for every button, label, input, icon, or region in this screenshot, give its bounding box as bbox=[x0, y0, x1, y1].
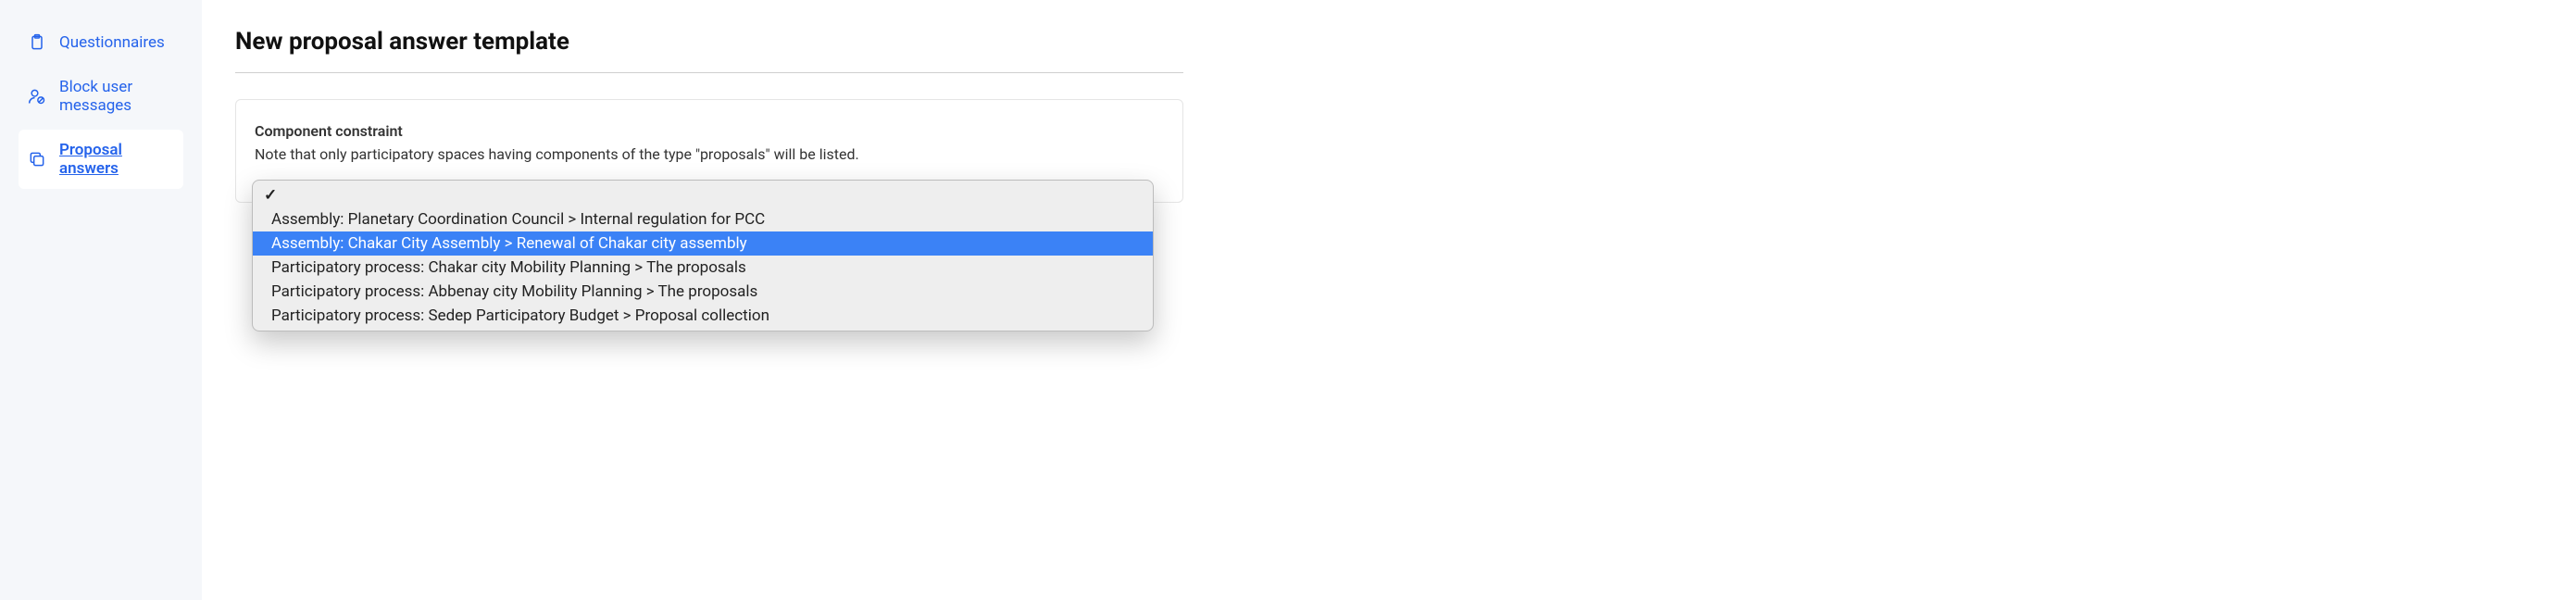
sidebar-item-questionnaires[interactable]: Questionnaires bbox=[19, 22, 183, 63]
dropdown-option-label: Participatory process: Sedep Participato… bbox=[271, 306, 769, 325]
component-constraint-note: Note that only participatory spaces havi… bbox=[255, 145, 1164, 163]
main-content: New proposal answer template Component c… bbox=[202, 0, 1422, 600]
page-title: New proposal answer template bbox=[235, 28, 1183, 73]
user-block-icon bbox=[28, 87, 46, 106]
component-constraint-dropdown[interactable]: ✓ Assembly: Planetary Coordination Counc… bbox=[252, 180, 1154, 331]
sidebar-item-label: Proposal answers bbox=[59, 141, 174, 178]
right-space bbox=[1422, 0, 2576, 600]
check-icon: ✓ bbox=[264, 186, 277, 205]
dropdown-option-label: Participatory process: Abbenay city Mobi… bbox=[271, 282, 757, 301]
dropdown-option[interactable]: Assembly: Chakar City Assembly > Renewal… bbox=[253, 231, 1153, 256]
sidebar-item-label: Block user messages bbox=[59, 78, 174, 115]
sidebar-item-label: Questionnaires bbox=[59, 33, 165, 52]
dropdown-option[interactable]: Participatory process: Chakar city Mobil… bbox=[253, 256, 1153, 280]
sidebar: Questionnaires Block user messages Pro bbox=[0, 0, 202, 600]
clipboard-icon bbox=[28, 33, 46, 52]
dropdown-option[interactable]: Participatory process: Sedep Participato… bbox=[253, 304, 1153, 328]
dropdown-option-label: Participatory process: Chakar city Mobil… bbox=[271, 258, 746, 277]
dropdown-option[interactable]: Assembly: Planetary Coordination Council… bbox=[253, 207, 1153, 231]
component-constraint-label: Component constraint bbox=[255, 122, 1164, 140]
dropdown-option[interactable]: Participatory process: Abbenay city Mobi… bbox=[253, 280, 1153, 304]
dropdown-option-label: Assembly: Chakar City Assembly > Renewal… bbox=[271, 234, 747, 253]
dropdown-option-empty[interactable]: ✓ bbox=[253, 183, 1153, 207]
sidebar-item-block-user-messages[interactable]: Block user messages bbox=[19, 67, 183, 126]
sidebar-item-proposal-answers[interactable]: Proposal answers bbox=[19, 130, 183, 189]
dropdown-option-label: Assembly: Planetary Coordination Council… bbox=[271, 210, 765, 229]
copy-icon bbox=[28, 150, 46, 169]
